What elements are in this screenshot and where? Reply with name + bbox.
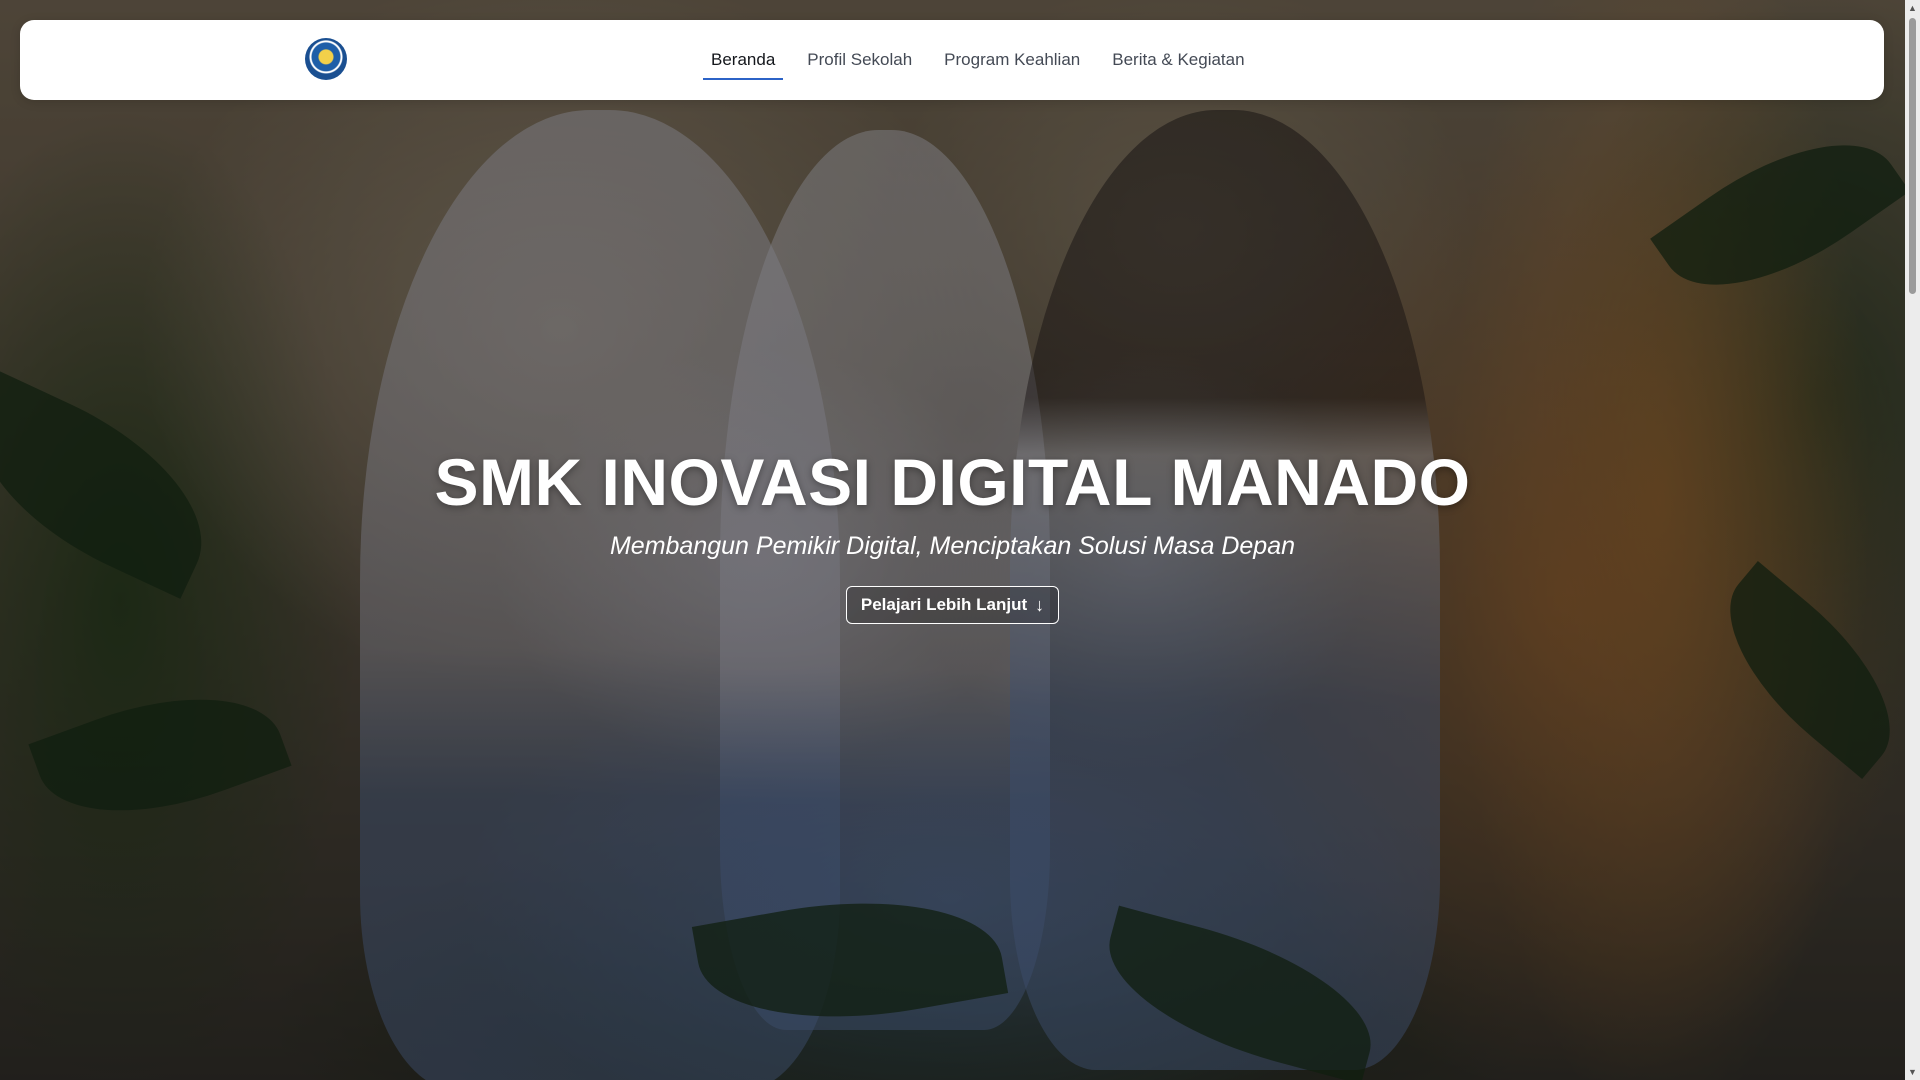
page-scrollbar[interactable]: ▲ ▼ [1905,0,1920,1080]
scroll-up-arrow-icon[interactable]: ▲ [1907,3,1918,13]
scroll-down-arrow-icon[interactable]: ▼ [1907,1067,1918,1077]
nav-link-beranda[interactable]: Beranda [703,20,784,100]
page: Beranda Profil Sekolah Program Keahlian … [0,0,1920,1080]
scrollbar-thumb[interactable] [1909,18,1916,294]
learn-more-button[interactable]: Pelajari Lebih Lanjut ↓ [845,586,1060,624]
arrow-down-icon: ↓ [1035,594,1045,615]
tut-wuri-handayani-logo-icon[interactable] [305,38,347,80]
nav-link-program-keahlian[interactable]: Program Keahlian [936,20,1088,100]
hero-content: SMK INOVASI DIGITAL MANADO Membangun Pem… [0,440,1905,624]
learn-more-label: Pelajari Lebih Lanjut [860,595,1028,614]
hero-subtitle: Membangun Pemikir Digital, Menciptakan S… [609,532,1296,560]
navbar: Beranda Profil Sekolah Program Keahlian … [20,20,1884,100]
nav-link-berita-kegiatan[interactable]: Berita & Kegiatan [1104,20,1252,100]
hero-title: SMK INOVASI DIGITAL MANADO [434,445,1471,519]
nav-link-profil-sekolah[interactable]: Profil Sekolah [799,20,920,100]
nav-links: Beranda Profil Sekolah Program Keahlian … [703,20,1269,100]
